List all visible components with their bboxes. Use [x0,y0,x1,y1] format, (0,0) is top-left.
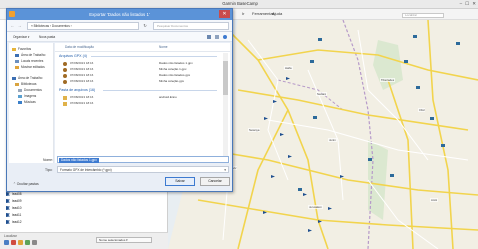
border-line [277,79,344,111]
export-dialog: Exportar 'Dados não listados 1' ✕ ← → « … [6,8,233,192]
view-options-icon[interactable] [207,35,211,39]
dialog-search-input[interactable]: Pesquisar Documentos [153,22,229,30]
gpx-file-icon [63,62,67,66]
nav-item-desktop[interactable]: Área de Trabalho [15,53,45,57]
group-divider [103,90,217,91]
gpx-file-icon [63,74,67,78]
nav-item-recent[interactable]: Locais recentes [15,59,43,63]
desktop-icon [15,53,19,57]
settings-icon[interactable] [32,240,37,245]
preview-pane-icon[interactable] [215,35,219,39]
waypoint-flag-icon [6,199,10,203]
list-scrollbar[interactable] [223,53,228,161]
documents-icon [18,88,22,92]
add-icon[interactable] [25,240,30,245]
waypoint-flag-icon [6,192,10,196]
map-label: Nazaré [316,92,328,96]
app-icon [9,11,15,17]
cancel-button[interactable]: Cancelar [200,177,230,186]
nav-item-documents[interactable]: Documentos [18,88,42,92]
left-status-text: Localizar [4,234,17,238]
map-selection-dropdown[interactable]: Nome selecionados ▾ [96,237,152,243]
waypoint-flag-icon [6,213,10,217]
forward-arrow-icon[interactable]: → [17,23,22,29]
scrollbar-thumb[interactable] [223,61,228,95]
address-bar: ← → « Bibliotecas › Documentos › ↻ Pesqu… [7,20,232,32]
map-label: Irbid [418,108,426,112]
path-breadcrumb[interactable]: « Bibliotecas › Documentos › [27,22,139,30]
recent-icon [15,59,19,63]
file-name-input[interactable]: Dados não listados 1.gpx [57,156,229,163]
chevron-down-icon: ▾ [224,168,226,172]
file-row[interactable]: 07/08/2013 18:16 [63,101,228,107]
group-divider [91,56,217,57]
group-header[interactable]: Arquivos GPX (4) [59,54,87,58]
list-item[interactable]: lead11 [6,212,21,218]
minimize-button[interactable]: – [460,1,463,7]
gpx-file-icon [63,68,67,72]
major-roads [197,20,478,249]
delete-icon[interactable] [11,240,16,245]
save-button[interactable]: Salvar [165,177,195,186]
column-header-date[interactable]: Data de modificação [65,45,94,49]
file-row[interactable]: 07/08/2013 18:16 Minha coleção.gpx [63,79,228,85]
nav-item-images[interactable]: Imagens [18,94,36,98]
file-type-value: Formato GPX de Intercâmbio (*.gpx) [60,168,112,172]
nav-item-libraries[interactable]: Bibliotecas [15,82,36,86]
menu-help[interactable]: Ajuda [272,11,282,16]
app-title: Garmin BaseCamp [222,1,258,6]
refresh-icon[interactable]: ↻ [141,22,149,30]
list-item[interactable]: lead12 [6,219,22,225]
hide-folders-toggle[interactable]: ⌃ Ocultar pastas [13,182,39,186]
valley-area [368,140,388,220]
window-controls: – ☐ ✕ [446,1,476,7]
file-type-label: Tipo: [45,168,53,172]
app-search-input[interactable]: Localizar [402,13,444,18]
map-label: Amã [430,198,438,202]
list-item[interactable]: lead09 [6,198,22,204]
close-button[interactable]: ✕ [472,1,476,7]
nav-item-downloads[interactable]: Mostrar editados [15,65,45,69]
star-icon [12,47,16,51]
help-icon[interactable] [223,35,227,39]
music-icon [18,100,22,104]
maximize-button[interactable]: ☐ [465,1,469,7]
map-label: Tiberíades [380,78,396,82]
list-item[interactable]: lead10 [6,205,22,211]
map-label: Haifa [284,66,293,70]
file-name-value[interactable]: Dados não listados 1.gpx [59,158,99,163]
map-label: Jenin [328,138,337,142]
waypoint-flag-icon [6,220,10,224]
folder-icon[interactable] [18,240,23,245]
organize-button[interactable]: Organizar ▾ [13,35,29,39]
back-arrow-icon[interactable]: ← [10,23,15,29]
file-type-select[interactable]: Formato GPX de Intercâmbio (*.gpx) ▾ [57,166,229,173]
command-bar: Organizar ▾ Nova pasta [7,32,232,42]
images-icon [18,94,22,98]
map-label: Jerusalém [308,205,323,209]
menu-go[interactable]: Ir [242,11,244,16]
waypoint-flag-icon [6,206,10,210]
group-header[interactable]: Pasta de arquivos (16) [59,88,95,92]
nav-item-desktop-root[interactable]: Área de Trabalho [12,76,42,80]
new-list-icon[interactable] [4,240,9,245]
header-divider [55,51,230,52]
dialog-close-button[interactable]: ✕ [219,10,230,18]
column-header-name[interactable]: Nome [159,45,168,49]
navigation-pane: Favoritos Área de Trabalho Locais recent… [9,43,54,163]
folder-icon [63,96,67,100]
nav-item-favorites[interactable]: Favoritos [12,47,31,51]
new-folder-button[interactable]: Nova pasta [39,35,55,39]
gpx-file-icon [63,80,67,84]
library-icon [15,82,19,86]
desktop-icon [12,76,16,80]
left-toolbar [4,240,37,245]
folder-icon [63,102,67,106]
map-label: Netanya [248,128,261,132]
file-name-label: Nome: [43,158,53,162]
file-list: Data de modificação Nome Arquivos GPX (4… [55,43,230,163]
folder-icon [15,65,19,69]
dialog-title: Exportar 'Dados não listados 1' [89,12,150,17]
nav-item-music[interactable]: Músicas [18,100,36,104]
